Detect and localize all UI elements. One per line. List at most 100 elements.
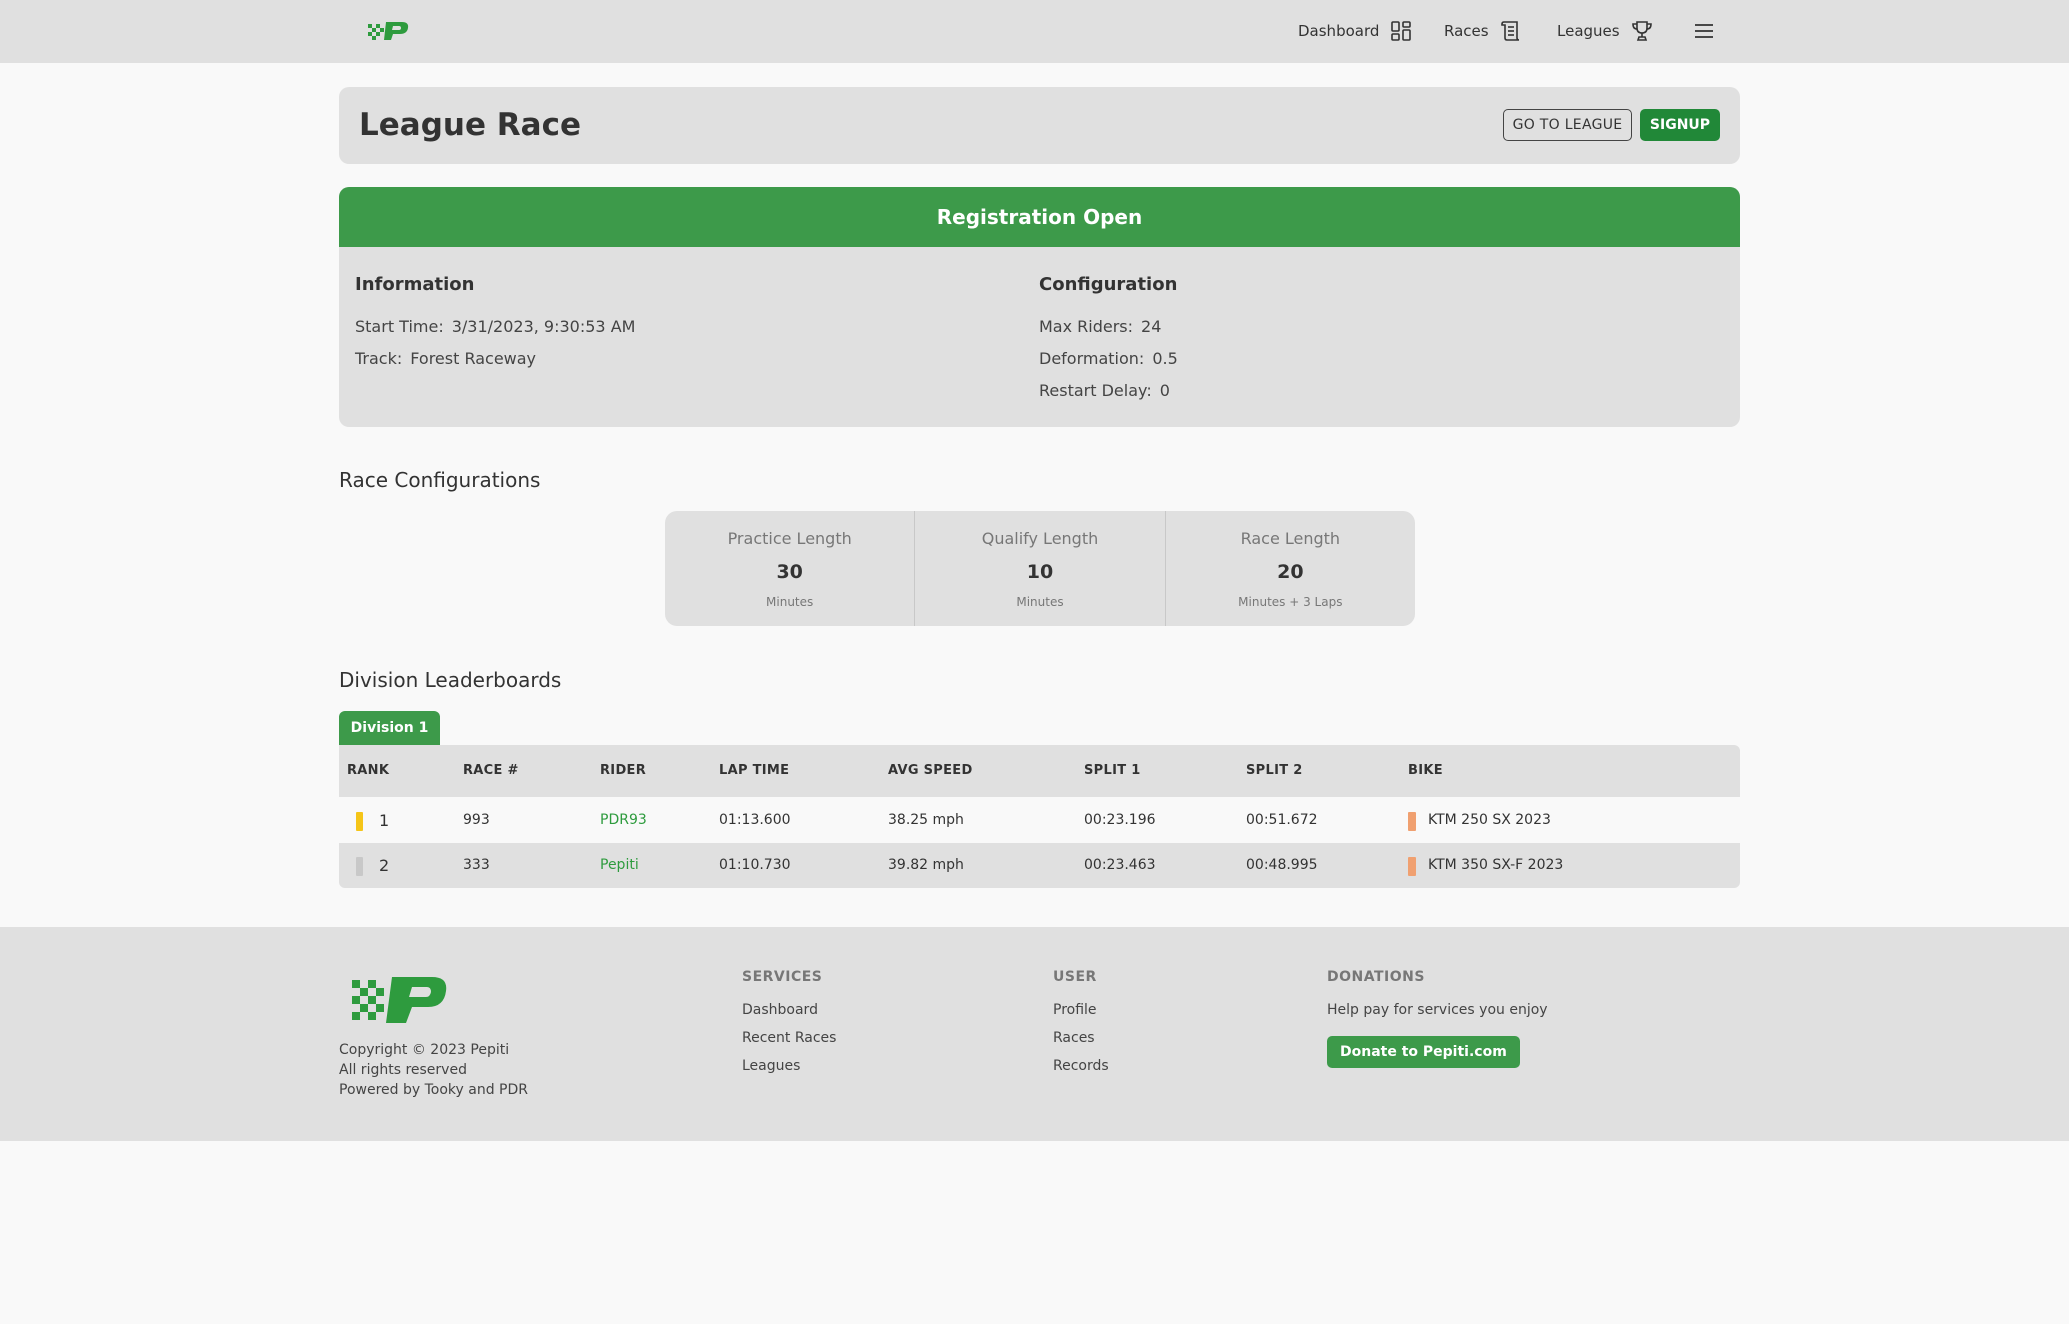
race-configurations-title: Race Configurations <box>339 468 541 492</box>
footer-services-heading: SERVICES <box>742 969 823 985</box>
stat-value: 20 <box>1277 561 1304 583</box>
go-to-league-button[interactable]: GO TO LEAGUE <box>1503 109 1632 141</box>
information-section: Information Start Time: 3/31/2023, 9:30:5… <box>355 274 635 381</box>
start-time-label: Start Time: <box>355 317 444 336</box>
qualify-length-stat: Qualify Length 10 Minutes <box>915 511 1166 626</box>
footer-link-races[interactable]: Races <box>1053 1030 1109 1058</box>
race-number: 993 <box>463 812 490 828</box>
powered-by-text: Powered by Tooky and PDR <box>339 1082 528 1098</box>
rank-indicator <box>356 812 363 831</box>
max-riders-value: 24 <box>1141 317 1162 336</box>
leaderboard-header: RANK RACE # RIDER LAP TIME AVG SPEED SPL… <box>339 745 1740 797</box>
track-label: Track: <box>355 349 403 368</box>
footer-link-recent-races[interactable]: Recent Races <box>742 1030 836 1058</box>
column-header-bike: BIKE <box>1408 763 1443 778</box>
footer-user: USER Profile Races Records <box>1053 969 1109 1086</box>
nav-races[interactable]: Races <box>1444 18 1523 44</box>
footer: Copyright © 2023 Pepiti All rights reser… <box>0 927 2069 1141</box>
footer-link-leagues[interactable]: Leagues <box>742 1058 836 1086</box>
information-heading: Information <box>355 274 475 295</box>
stat-unit: Minutes + 3 Laps <box>1238 595 1343 609</box>
race-length-stat: Race Length 20 Minutes + 3 Laps <box>1166 511 1415 626</box>
start-time-row: Start Time: 3/31/2023, 9:30:53 AM <box>355 317 635 349</box>
donations-text: Help pay for services you enjoy <box>1327 1002 1548 1018</box>
footer-link-profile[interactable]: Profile <box>1053 1002 1109 1030</box>
rider-link[interactable]: PDR93 <box>600 812 647 828</box>
stat-label: Practice Length <box>727 529 852 548</box>
stat-label: Race Length <box>1240 529 1341 548</box>
split-2: 00:51.672 <box>1246 812 1318 828</box>
footer-link-records[interactable]: Records <box>1053 1058 1109 1086</box>
footer-user-heading: USER <box>1053 969 1097 985</box>
track-value: Forest Raceway <box>410 349 537 368</box>
nav-dashboard[interactable]: Dashboard <box>1298 18 1413 44</box>
bike: KTM 250 SX 2023 <box>1428 812 1551 828</box>
registration-status-banner: Registration Open <box>339 187 1740 247</box>
split-2: 00:48.995 <box>1246 857 1318 873</box>
scroll-icon <box>1500 21 1519 41</box>
practice-length-stat: Practice Length 30 Minutes <box>665 511 916 626</box>
rider-link[interactable]: Pepiti <box>600 857 639 873</box>
avg-speed: 39.82 mph <box>888 857 964 873</box>
table-row: 1 993 PDR93 01:13.600 38.25 mph 00:23.19… <box>339 798 1740 843</box>
bike-color-indicator <box>1408 812 1416 831</box>
restart-delay-value: 0 <box>1159 381 1170 400</box>
hamburger-menu-icon[interactable] <box>1692 18 1716 44</box>
split-1: 00:23.463 <box>1084 857 1156 873</box>
max-riders-label: Max Riders: <box>1039 317 1134 336</box>
rights-text: All rights reserved <box>339 1062 467 1078</box>
nav-dashboard-label: Dashboard <box>1298 22 1380 40</box>
tab-division-1[interactable]: Division 1 <box>339 711 440 745</box>
stat-value: 30 <box>776 561 803 583</box>
race-configurations-box: Practice Length 30 Minutes Qualify Lengt… <box>665 511 1415 626</box>
footer-donations: DONATIONS Help pay for services you enjo… <box>1327 969 1548 1068</box>
race-header-card: League Race GO TO LEAGUE SIGNUP <box>339 87 1740 164</box>
stat-label: Qualify Length <box>981 529 1099 548</box>
avg-speed: 38.25 mph <box>888 812 964 828</box>
track-row: Track: Forest Raceway <box>355 349 635 381</box>
column-header-split-1: SPLIT 1 <box>1084 763 1141 778</box>
registration-card: Registration Open Information Start Time… <box>339 187 1740 427</box>
trophy-icon <box>1631 21 1652 41</box>
column-header-split-2: SPLIT 2 <box>1246 763 1303 778</box>
column-header-race-number: RACE # <box>463 763 519 778</box>
copyright-block: Copyright © 2023 Pepiti All rights reser… <box>339 1040 528 1100</box>
nav-leagues[interactable]: Leagues <box>1557 18 1654 44</box>
copyright-text: Copyright © 2023 Pepiti <box>339 1042 510 1058</box>
start-time-value: 3/31/2023, 9:30:53 AM <box>451 317 636 336</box>
column-header-lap-time: LAP TIME <box>719 763 790 778</box>
stat-value: 10 <box>1026 561 1054 583</box>
page-title: League Race <box>359 107 581 143</box>
deformation-value: 0.5 <box>1152 349 1178 368</box>
lap-time: 01:13.600 <box>719 812 791 828</box>
column-header-avg-speed: AVG SPEED <box>888 763 973 778</box>
rank-indicator <box>356 857 363 876</box>
configuration-section: Configuration Max Riders: 24 Deformation:… <box>1039 274 1178 413</box>
bike-color-indicator <box>1408 857 1416 876</box>
bike: KTM 350 SX-F 2023 <box>1428 857 1564 873</box>
rank-value: 1 <box>379 811 390 830</box>
max-riders-row: Max Riders: 24 <box>1039 317 1178 349</box>
nav-races-label: Races <box>1444 22 1489 40</box>
donate-button[interactable]: Donate to Pepiti.com <box>1327 1036 1520 1068</box>
signup-button[interactable]: SIGNUP <box>1640 109 1720 141</box>
division-leaderboards-title: Division Leaderboards <box>339 668 562 692</box>
rank-value: 2 <box>379 856 390 875</box>
stat-unit: Minutes <box>766 595 814 609</box>
restart-delay-label: Restart Delay: <box>1039 381 1152 400</box>
configuration-heading: Configuration <box>1039 274 1178 295</box>
deformation-row: Deformation: 0.5 <box>1039 349 1178 381</box>
table-row: 2 333 Pepiti 01:10.730 39.82 mph 00:23.4… <box>339 843 1740 888</box>
race-number: 333 <box>463 857 490 873</box>
column-header-rank: RANK <box>347 763 390 778</box>
footer-link-dashboard[interactable]: Dashboard <box>742 1002 836 1030</box>
deformation-label: Deformation: <box>1039 349 1145 368</box>
footer-donations-heading: DONATIONS <box>1327 969 1425 985</box>
lap-time: 01:10.730 <box>719 857 791 873</box>
stat-unit: Minutes <box>1016 595 1064 609</box>
nav-leagues-label: Leagues <box>1557 22 1620 40</box>
dashboard-icon <box>1391 21 1412 41</box>
pepiti-logo[interactable] <box>350 975 450 1030</box>
pepiti-logo[interactable] <box>368 18 410 44</box>
split-1: 00:23.196 <box>1084 812 1156 828</box>
